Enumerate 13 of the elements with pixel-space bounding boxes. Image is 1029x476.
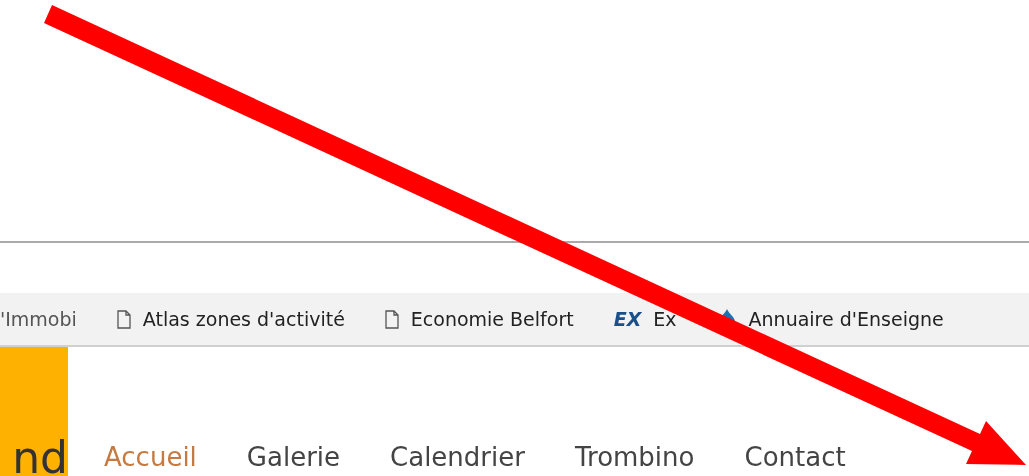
- nav-link[interactable]: Galerie: [246, 442, 341, 472]
- logo-text: nd: [12, 436, 68, 476]
- nav-link[interactable]: Calendrier: [390, 442, 525, 472]
- bookmark-link[interactable]: Annuaire d'Enseigne: [748, 308, 944, 330]
- nav-link[interactable]: Trombino: [574, 442, 695, 472]
- nav-link[interactable]: Contact: [744, 442, 846, 472]
- page-icon: [384, 309, 399, 329]
- bookmark-link[interactable]: Atlas zones d'activité: [142, 308, 345, 330]
- bookmark-link[interactable]: Economie Belfort: [410, 308, 574, 330]
- page-icon: [116, 309, 131, 329]
- bookmark-link[interactable]: Ex: [653, 308, 677, 330]
- logo-icon: EX: [613, 308, 642, 330]
- bookmark-link[interactable]: 'Immobi: [0, 308, 77, 330]
